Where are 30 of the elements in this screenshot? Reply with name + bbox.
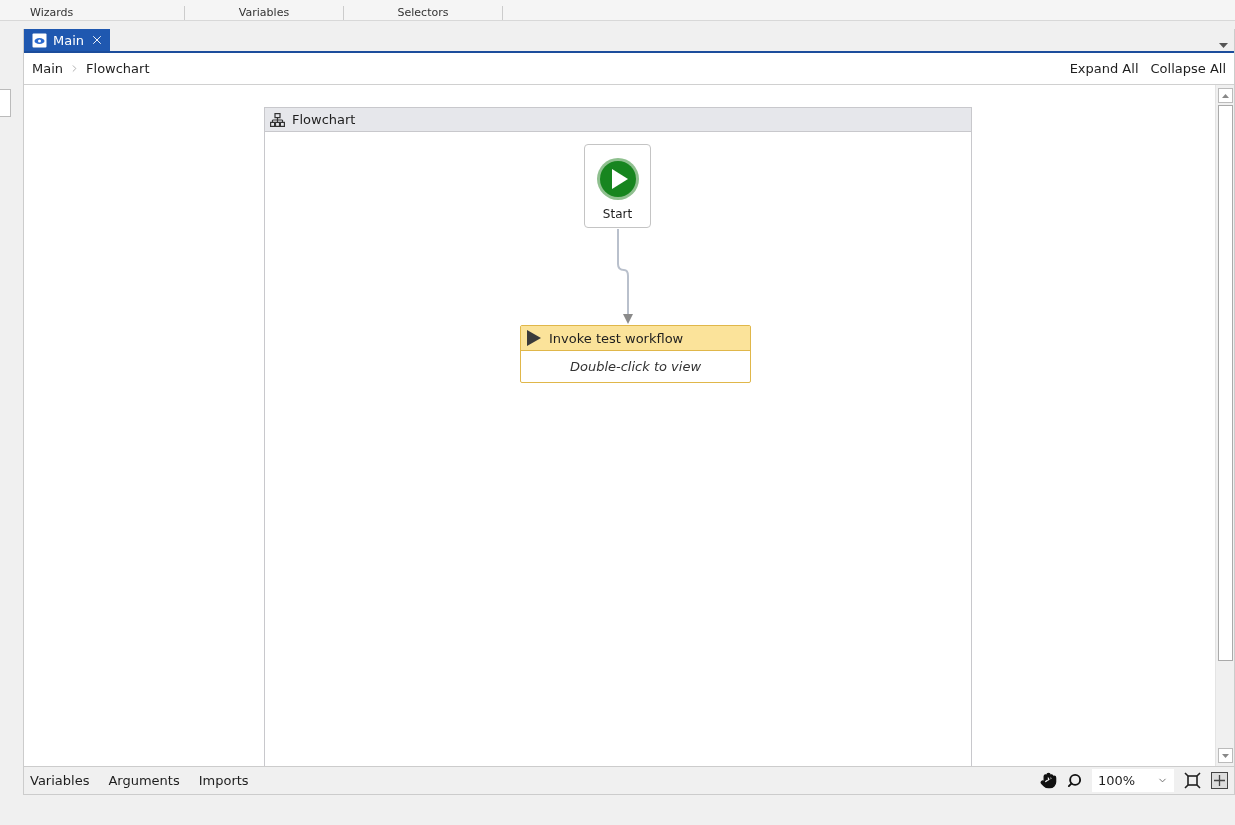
play-icon: [595, 157, 640, 201]
flowchart-icon: [270, 112, 285, 127]
bottom-tab[interactable]: Variables: [30, 773, 90, 788]
hand-icon[interactable]: [1040, 772, 1057, 789]
breadcrumb-item[interactable]: Flowchart: [86, 61, 150, 76]
start-node[interactable]: Start: [584, 144, 651, 228]
activity-title: Invoke test workflow: [549, 330, 684, 346]
activity-node[interactable]: Invoke test workflow Double-click to view: [520, 325, 751, 383]
overview-icon[interactable]: [1211, 772, 1228, 789]
panel-tab[interactable]: Selectors: [344, 6, 503, 20]
up-arrow-icon[interactable]: [1221, 93, 1229, 98]
panel-tab[interactable]: Wizards: [26, 6, 185, 20]
bottom-tab[interactable]: Imports: [198, 773, 249, 788]
header-link[interactable]: Expand All: [1069, 61, 1139, 76]
panel-tab[interactable]: Variables: [185, 6, 344, 20]
search-icon[interactable]: [1067, 773, 1082, 788]
activity-hint: Double-click to view: [568, 358, 703, 376]
triangle-icon: [527, 330, 541, 346]
fit-screen-icon[interactable]: [1184, 772, 1201, 789]
side-panel-edge: [0, 89, 11, 117]
flowchart-title: Flowchart: [292, 112, 356, 127]
bottom-tab[interactable]: Arguments: [108, 773, 180, 788]
down-arrow-icon[interactable]: [1221, 753, 1229, 758]
dropdown-icon[interactable]: [1219, 43, 1228, 48]
breadcrumb-item[interactable]: Main: [32, 61, 64, 76]
vertical-scrollbar[interactable]: [1215, 85, 1234, 766]
zoom-select[interactable]: 100%: [1092, 769, 1174, 792]
document-tab[interactable]: Main: [24, 29, 111, 51]
start-label: Start: [602, 207, 633, 221]
header-link[interactable]: Collapse All: [1150, 61, 1226, 76]
